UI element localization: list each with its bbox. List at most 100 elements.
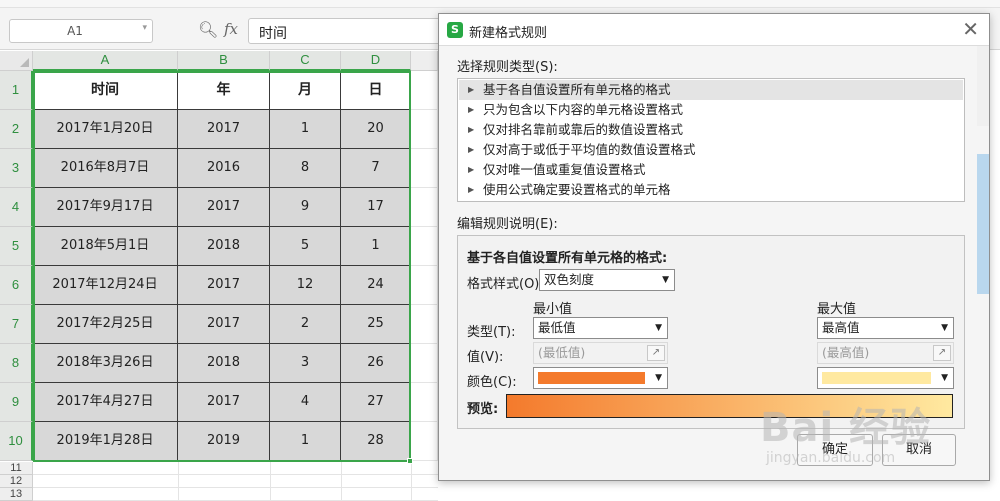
table-cell-year[interactable]: 2017 bbox=[178, 305, 270, 344]
table-cell-time[interactable]: 2017年2月25日 bbox=[33, 305, 178, 344]
table-cell-month[interactable]: 1 bbox=[270, 422, 341, 461]
min-value-input[interactable]: (最低值) ↗ bbox=[533, 342, 668, 364]
rule-type-item[interactable]: 基于各自值设置所有单元格的格式 bbox=[459, 80, 963, 100]
row-header-13[interactable]: 13 bbox=[0, 488, 33, 501]
column-header-b[interactable]: B bbox=[178, 51, 270, 71]
min-value-header: 最小值 bbox=[533, 302, 573, 317]
table-cell-day[interactable]: 25 bbox=[341, 305, 411, 344]
range-picker-icon[interactable]: ↗ bbox=[647, 345, 665, 361]
table-cell-day[interactable]: 7 bbox=[341, 149, 411, 188]
table-cell-year[interactable]: 2017 bbox=[178, 266, 270, 305]
row-header-10[interactable]: 10 bbox=[0, 422, 33, 461]
table-cell-year[interactable]: 2017 bbox=[178, 383, 270, 422]
empty-cell[interactable] bbox=[411, 71, 438, 110]
row-header-7[interactable]: 7 bbox=[0, 305, 33, 344]
table-cell-year[interactable]: 2019 bbox=[178, 422, 270, 461]
row-header-2[interactable]: 2 bbox=[0, 110, 33, 149]
table-cell-month[interactable]: 5 bbox=[270, 227, 341, 266]
zoom-icon[interactable]: 🔍︎ bbox=[198, 20, 218, 39]
table-cell-time[interactable]: 2018年5月1日 bbox=[33, 227, 178, 266]
table-cell-time[interactable]: 2017年4月27日 bbox=[33, 383, 178, 422]
fx-icon[interactable]: fx bbox=[224, 20, 238, 38]
header-cell-month[interactable]: 月 bbox=[270, 71, 341, 110]
header-cell-year[interactable]: 年 bbox=[178, 71, 270, 110]
column-header-c[interactable]: C bbox=[270, 51, 341, 71]
table-cell-month[interactable]: 8 bbox=[270, 149, 341, 188]
table-cell-month[interactable]: 2 bbox=[270, 305, 341, 344]
cancel-button[interactable]: 取消 bbox=[882, 434, 956, 466]
row-header-8[interactable]: 8 bbox=[0, 344, 33, 383]
row-header-11[interactable]: 11 bbox=[0, 462, 33, 475]
column-header-a[interactable]: A bbox=[33, 51, 178, 71]
empty-cell[interactable] bbox=[411, 305, 438, 344]
max-type-select[interactable]: 最高值 ▼ bbox=[817, 317, 954, 339]
rule-type-item[interactable]: 使用公式确定要设置格式的单元格 bbox=[459, 180, 963, 200]
name-box[interactable]: A1 ▾ bbox=[9, 19, 153, 43]
table-cell-day[interactable]: 26 bbox=[341, 344, 411, 383]
table-cell-month[interactable]: 3 bbox=[270, 344, 341, 383]
table-cell-year[interactable]: 2017 bbox=[178, 188, 270, 227]
table-cell-year[interactable]: 2018 bbox=[178, 227, 270, 266]
table-cell-month[interactable]: 9 bbox=[270, 188, 341, 227]
formula-input[interactable]: 时间 bbox=[248, 18, 448, 44]
empty-cell[interactable] bbox=[411, 110, 438, 149]
column-header-e[interactable] bbox=[411, 51, 438, 71]
table-cell-year[interactable]: 2018 bbox=[178, 344, 270, 383]
dialog-titlebar[interactable]: S 新建格式规则 ✕ bbox=[439, 14, 989, 46]
range-picker-icon[interactable]: ↗ bbox=[933, 345, 951, 361]
dropdown-arrow-icon: ▼ bbox=[655, 373, 662, 383]
empty-cell[interactable] bbox=[411, 227, 438, 266]
empty-cell[interactable] bbox=[411, 344, 438, 383]
max-value-input[interactable]: (最高值) ↗ bbox=[817, 342, 954, 364]
row-header-6[interactable]: 6 bbox=[0, 266, 33, 305]
table-cell-month[interactable]: 4 bbox=[270, 383, 341, 422]
ok-button[interactable]: 确定 bbox=[797, 434, 873, 466]
row-header-3[interactable]: 3 bbox=[0, 149, 33, 188]
table-cell-day[interactable]: 28 bbox=[341, 422, 411, 461]
toolbar-edge bbox=[0, 0, 1000, 8]
row-header-4[interactable]: 4 bbox=[0, 188, 33, 227]
rule-type-item[interactable]: 仅对高于或低于平均值的数值设置格式 bbox=[459, 140, 963, 160]
header-cell-time[interactable]: 时间 bbox=[33, 71, 178, 110]
rule-type-item[interactable]: 仅对唯一值或重复值设置格式 bbox=[459, 160, 963, 180]
table-cell-time[interactable]: 2017年1月20日 bbox=[33, 110, 178, 149]
close-icon[interactable]: ✕ bbox=[962, 17, 979, 41]
table-cell-day[interactable]: 20 bbox=[341, 110, 411, 149]
empty-cell[interactable] bbox=[411, 266, 438, 305]
empty-cell[interactable] bbox=[411, 422, 438, 461]
column-header-d[interactable]: D bbox=[341, 51, 411, 71]
min-type-select[interactable]: 最低值 ▼ bbox=[533, 317, 668, 339]
rule-type-item[interactable]: 只为包含以下内容的单元格设置格式 bbox=[459, 100, 963, 120]
format-style-select[interactable]: 双色刻度 ▼ bbox=[539, 269, 675, 291]
side-scroll-thumb[interactable] bbox=[977, 154, 989, 294]
fill-handle[interactable] bbox=[407, 458, 413, 464]
table-cell-time[interactable]: 2017年9月17日 bbox=[33, 188, 178, 227]
table-cell-month[interactable]: 12 bbox=[270, 266, 341, 305]
row-header-1[interactable]: 1 bbox=[0, 71, 33, 110]
row-header-12[interactable]: 12 bbox=[0, 475, 33, 488]
max-value-placeholder: (最高值) bbox=[822, 345, 870, 360]
empty-cell[interactable] bbox=[411, 383, 438, 422]
dialog-title: 新建格式规则 bbox=[469, 26, 548, 41]
table-cell-day[interactable]: 17 bbox=[341, 188, 411, 227]
table-cell-year[interactable]: 2017 bbox=[178, 110, 270, 149]
table-cell-time[interactable]: 2018年3月26日 bbox=[33, 344, 178, 383]
table-cell-time[interactable]: 2016年8月7日 bbox=[33, 149, 178, 188]
select-all-corner[interactable] bbox=[0, 51, 33, 71]
table-cell-time[interactable]: 2017年12月24日 bbox=[33, 266, 178, 305]
table-cell-year[interactable]: 2016 bbox=[178, 149, 270, 188]
rule-type-item[interactable]: 仅对排名靠前或靠后的数值设置格式 bbox=[459, 120, 963, 140]
row-header-5[interactable]: 5 bbox=[0, 227, 33, 266]
table-cell-day[interactable]: 24 bbox=[341, 266, 411, 305]
empty-cell[interactable] bbox=[411, 188, 438, 227]
empty-cell[interactable] bbox=[411, 149, 438, 188]
table-cell-month[interactable]: 1 bbox=[270, 110, 341, 149]
chevron-down-icon[interactable]: ▾ bbox=[142, 23, 147, 33]
table-cell-day[interactable]: 27 bbox=[341, 383, 411, 422]
table-cell-time[interactable]: 2019年1月28日 bbox=[33, 422, 178, 461]
max-color-select[interactable]: ▼ bbox=[817, 367, 954, 389]
row-header-9[interactable]: 9 bbox=[0, 383, 33, 422]
table-cell-day[interactable]: 1 bbox=[341, 227, 411, 266]
header-cell-day[interactable]: 日 bbox=[341, 71, 411, 110]
min-color-select[interactable]: ▼ bbox=[533, 367, 668, 389]
